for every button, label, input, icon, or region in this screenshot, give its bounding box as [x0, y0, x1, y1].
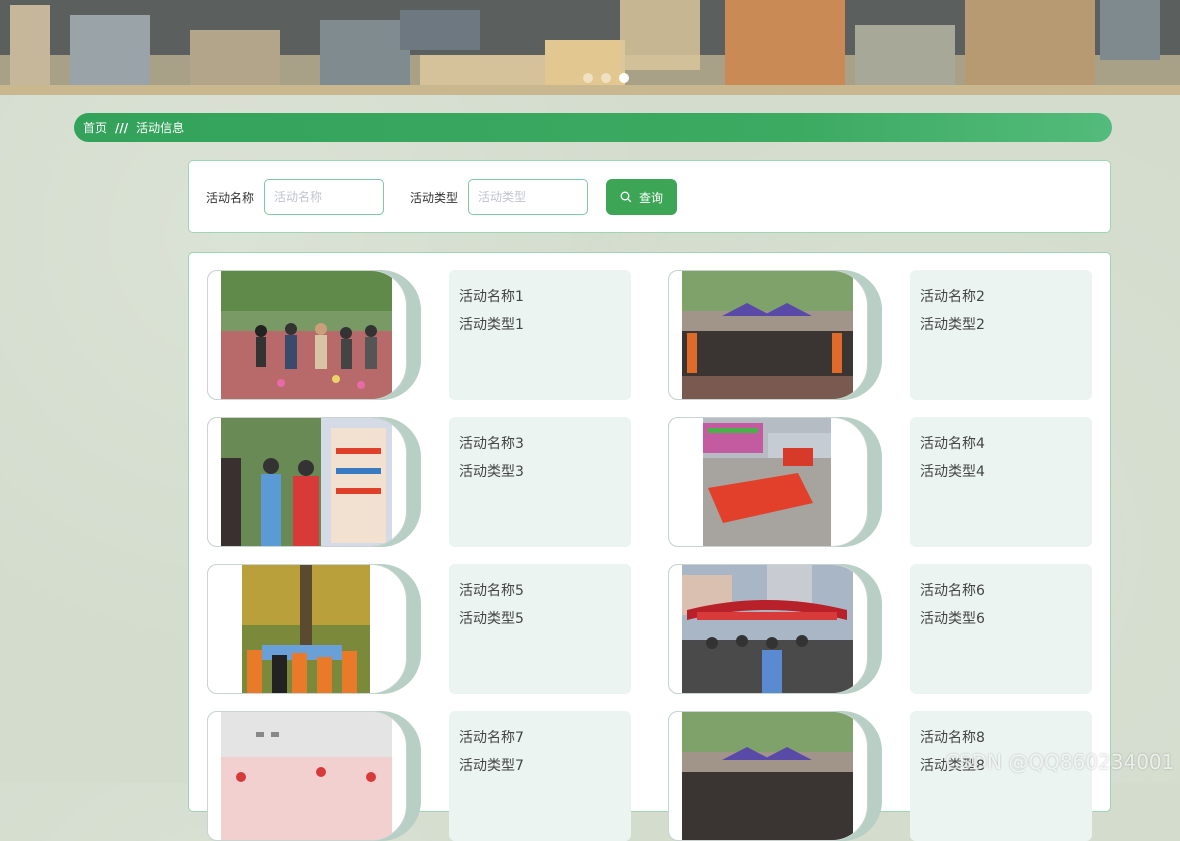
activity-info[interactable]: 活动名称4 活动类型4 [910, 417, 1092, 547]
carousel-dot[interactable] [583, 73, 593, 83]
search-icon [620, 191, 632, 203]
activity-name: 活动名称6 [920, 583, 985, 599]
activity-card: 活动名称3 活动类型3 [207, 417, 632, 547]
search-panel: 活动名称 活动类型 查询 [188, 160, 1111, 233]
activity-name-label: 活动名称 [206, 191, 255, 205]
search-button-label: 查询 [638, 190, 663, 205]
activity-info[interactable]: 活动名称2 活动类型2 [910, 270, 1092, 400]
activity-list: 活动名称1 活动类型1 活动名称2 活动类型2 活动名称3 活动类型3 活动名称… [188, 252, 1111, 841]
activity-info[interactable]: 活动名称8 活动类型8 [910, 711, 1092, 841]
activity-name: 活动名称1 [459, 289, 524, 305]
activity-image[interactable] [207, 711, 421, 841]
activity-photo [221, 418, 392, 546]
activity-photo [703, 418, 831, 546]
activity-info[interactable]: 活动名称5 活动类型5 [449, 564, 631, 694]
activity-name: 活动名称4 [920, 436, 985, 452]
activity-image[interactable] [668, 270, 882, 400]
activity-image[interactable] [207, 564, 421, 694]
activity-type-input[interactable] [468, 179, 588, 215]
activity-photo [242, 565, 370, 693]
activity-type: 活动类型4 [920, 464, 985, 480]
activity-info[interactable]: 活动名称6 活动类型6 [910, 564, 1092, 694]
activity-name-input[interactable] [264, 179, 384, 215]
activity-photo [682, 565, 853, 693]
activity-image[interactable] [207, 270, 421, 400]
activity-card: 活动名称7 活动类型7 [207, 711, 632, 841]
carousel-dot-active[interactable] [619, 73, 629, 83]
breadcrumb-current: 活动信息 [136, 121, 185, 135]
activity-card: 活动名称1 活动类型1 [207, 270, 632, 400]
activity-card: 活动名称6 活动类型6 [668, 564, 1093, 694]
activity-card: 活动名称2 活动类型2 [668, 270, 1093, 400]
activity-photo [221, 712, 392, 840]
activity-name: 活动名称3 [459, 436, 524, 452]
activity-photo [682, 712, 853, 840]
breadcrumb-separator: /// [115, 120, 129, 135]
activity-info[interactable]: 活动名称3 活动类型3 [449, 417, 631, 547]
activity-type: 活动类型7 [459, 758, 524, 774]
activity-image[interactable] [668, 711, 882, 841]
carousel-dot[interactable] [601, 73, 611, 83]
activity-type: 活动类型1 [459, 317, 524, 333]
activity-name: 活动名称8 [920, 730, 985, 746]
activity-image[interactable] [207, 417, 421, 547]
activity-type: 活动类型3 [459, 464, 524, 480]
carousel-indicators [583, 73, 629, 83]
activity-type: 活动类型6 [920, 611, 985, 627]
activity-image[interactable] [668, 564, 882, 694]
activity-photo [682, 271, 853, 399]
activity-info[interactable]: 活动名称7 活动类型7 [449, 711, 631, 841]
activity-name: 活动名称2 [920, 289, 985, 305]
banner-carousel[interactable] [0, 0, 1180, 95]
activity-type-label: 活动类型 [410, 191, 459, 205]
activity-type: 活动类型5 [459, 611, 524, 627]
breadcrumb: 首页 /// 活动信息 [74, 113, 1112, 142]
search-button[interactable]: 查询 [606, 179, 677, 215]
activity-card: 活动名称5 活动类型5 [207, 564, 632, 694]
watermark: CSDN @QQ860234001 [945, 750, 1175, 774]
activity-type: 活动类型2 [920, 317, 985, 333]
activity-name: 活动名称5 [459, 583, 524, 599]
activity-photo [221, 271, 392, 399]
activity-card: 活动名称4 活动类型4 [668, 417, 1093, 547]
breadcrumb-home[interactable]: 首页 [83, 119, 107, 136]
activity-name: 活动名称7 [459, 730, 524, 746]
activity-image[interactable] [668, 417, 882, 547]
activity-info[interactable]: 活动名称1 活动类型1 [449, 270, 631, 400]
activity-card: 活动名称8 活动类型8 [668, 711, 1093, 841]
